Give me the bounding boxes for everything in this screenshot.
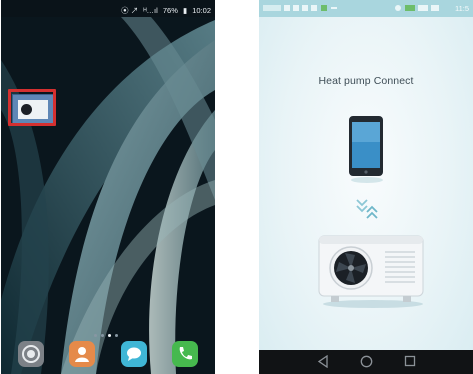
- wallpaper: [1, 0, 215, 374]
- page-dot-active: [108, 334, 111, 337]
- page-dot: [94, 334, 97, 337]
- home-icon[interactable]: [360, 355, 373, 368]
- phone-icon[interactable]: [172, 341, 198, 367]
- status-bar: 11:5: [259, 0, 473, 17]
- status-bar: ⦿ ↗ ᴴ…ıl 76% ▮ 10:02: [1, 0, 215, 17]
- notification-icons: [263, 4, 355, 14]
- home-screen: ⦿ ↗ ᴴ…ıl 76% ▮ 10:02: [1, 0, 215, 374]
- highlight-box: [8, 89, 56, 126]
- sync-chevrons-icon: [356, 199, 378, 219]
- settings-icon[interactable]: [18, 341, 44, 367]
- status-icons: ⦿ ↗: [121, 6, 139, 15]
- page-dot: [115, 334, 118, 337]
- contacts-icon[interactable]: [69, 341, 95, 367]
- battery-percent: 76%: [162, 6, 178, 15]
- signal-indicator: ᴴ…ıl: [143, 6, 158, 15]
- clock: 10:02: [192, 6, 211, 15]
- battery-icon: ▮: [182, 6, 188, 15]
- back-icon[interactable]: [317, 355, 329, 368]
- system-status: 11:5: [394, 4, 469, 14]
- heat-pump-unit-icon: [318, 235, 424, 308]
- clock: 11:5: [454, 4, 469, 13]
- app-title: Heat pump Connect: [318, 75, 414, 87]
- recents-icon[interactable]: [404, 355, 416, 367]
- navigation-bar: [259, 350, 473, 374]
- page-dot: [101, 334, 104, 337]
- messages-icon[interactable]: [121, 341, 147, 367]
- dock: [1, 339, 215, 374]
- heat-pump-connect-screen: 11:5 Heat pump Connect: [259, 0, 473, 374]
- smartphone-icon: [349, 116, 383, 183]
